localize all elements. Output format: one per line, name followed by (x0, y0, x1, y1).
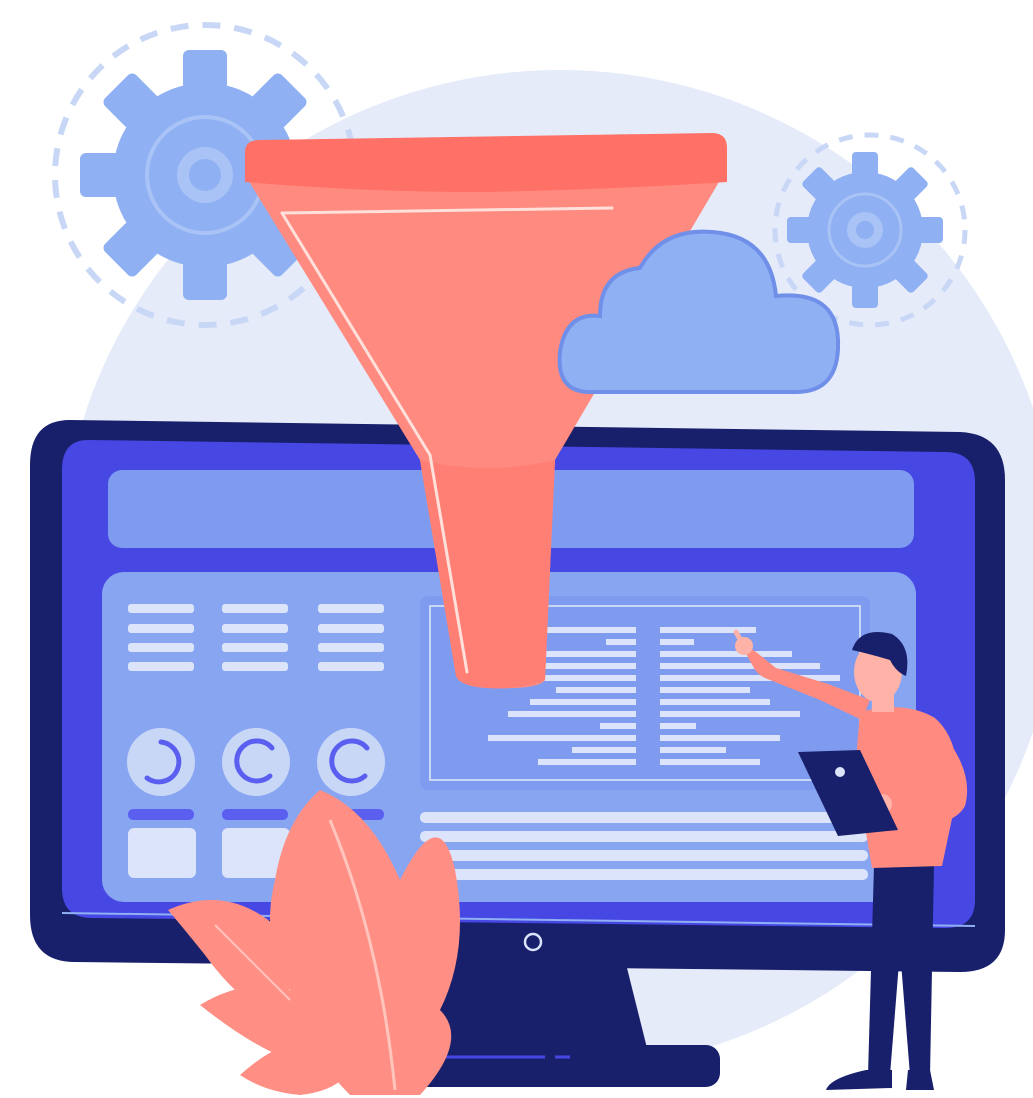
progress-dial (127, 728, 195, 796)
progress-dial (222, 728, 290, 796)
illustration (0, 0, 1033, 1098)
funnel-rim (245, 133, 727, 192)
progress-dial (317, 728, 385, 796)
widget-box (128, 828, 196, 878)
illustration-svg (30, 22, 1033, 1095)
